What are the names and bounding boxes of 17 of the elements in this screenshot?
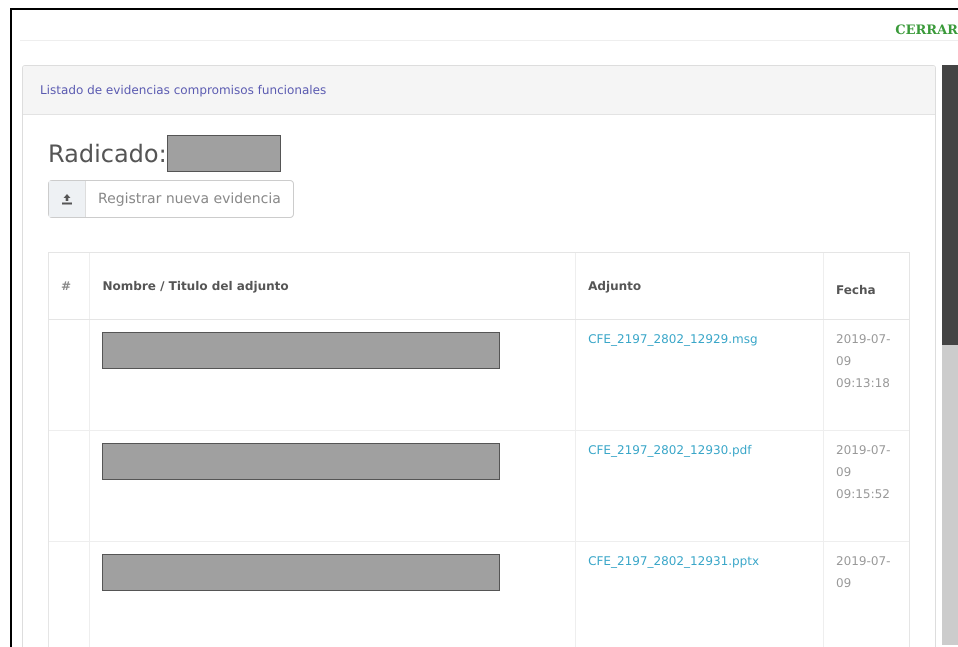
- column-header: Fecha: [823, 253, 909, 320]
- column-header: Nombre / Titulo del adjunto: [90, 253, 576, 320]
- date-cell: 2019-07-09 09:15:52: [836, 443, 890, 501]
- attachment-link[interactable]: CFE_2197_2802_12930.pdf: [588, 443, 752, 457]
- upload-icon: [61, 193, 73, 205]
- date-cell: 2019-07-09: [836, 554, 890, 590]
- attachment-link[interactable]: CFE_2197_2802_12929.msg: [588, 332, 758, 346]
- scrollbar[interactable]: [942, 65, 958, 645]
- radicado-heading: Radicado:: [48, 140, 167, 168]
- upload-button[interactable]: Registrar nueva evidencia: [48, 180, 294, 218]
- close-link[interactable]: CERRAR: [895, 23, 958, 40]
- date-cell: 2019-07-09 09:13:18: [836, 332, 890, 390]
- panel-title: Listado de evidencias compromisos funcionales: [40, 83, 326, 97]
- column-header: Adjunto: [576, 253, 824, 320]
- scrollbar-thumb[interactable]: [942, 65, 958, 345]
- column-header: #: [49, 253, 90, 320]
- attachment-link[interactable]: CFE_2197_2802_12931.pptx: [588, 554, 760, 568]
